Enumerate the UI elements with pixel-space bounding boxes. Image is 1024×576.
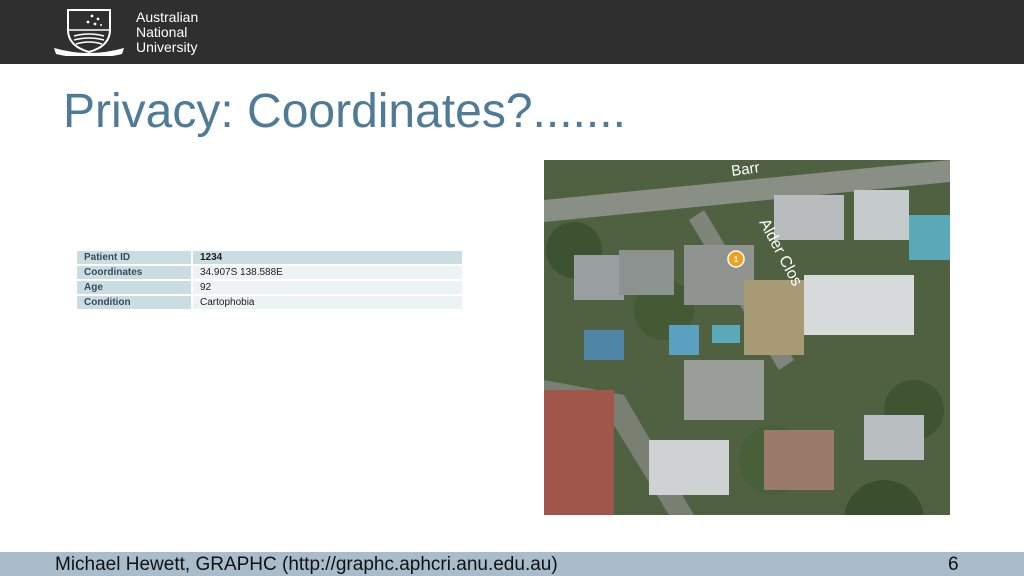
map-building (764, 430, 834, 490)
patient-table: Patient ID 1234 Coordinates 34.907S 138.… (77, 249, 462, 311)
map-lot (744, 280, 804, 355)
university-name: Australian National University (136, 10, 198, 55)
map-building (804, 275, 914, 335)
university-name-line-1: Australian (136, 9, 199, 25)
map-building (854, 190, 909, 240)
map-pool (584, 330, 624, 360)
table-key: Coordinates (77, 266, 193, 279)
map-building (544, 390, 614, 515)
table-row: Coordinates 34.907S 138.588E (77, 266, 462, 279)
table-key: Patient ID (77, 251, 193, 264)
map-building (649, 440, 729, 495)
map-building (574, 255, 624, 300)
table-value: Cartophobia (193, 296, 462, 309)
map-building (774, 195, 844, 240)
map-marker-label: 1 (734, 255, 739, 264)
table-value: 1234 (193, 251, 462, 264)
table-key: Age (77, 281, 193, 294)
anu-crest-logo (52, 8, 126, 58)
map-building (684, 245, 754, 305)
aerial-map-image: Alder Clos Barr 1 (544, 160, 950, 515)
map-pool (669, 325, 699, 355)
page-number: 6 (948, 554, 959, 575)
header-bar: Australian National University (0, 0, 1024, 64)
table-row: Condition Cartophobia (77, 296, 462, 309)
university-name-line-2: National (136, 24, 188, 40)
table-value: 34.907S 138.588E (193, 266, 462, 279)
map-pool (712, 325, 740, 343)
table-key: Condition (77, 296, 193, 309)
map-building (619, 250, 674, 295)
map-building (684, 360, 764, 420)
table-row: Age 92 (77, 281, 462, 294)
footer-credit: Michael Hewett, GRAPHC (http://graphc.ap… (55, 554, 558, 575)
map-location-marker-icon: 1 (727, 250, 745, 268)
map-pool (909, 215, 950, 260)
table-value: 92 (193, 281, 462, 294)
table-row: Patient ID 1234 (77, 251, 462, 264)
university-name-line-3: University (136, 39, 198, 55)
slide-title: Privacy: Coordinates?....... (63, 85, 626, 138)
map-building (864, 415, 924, 460)
